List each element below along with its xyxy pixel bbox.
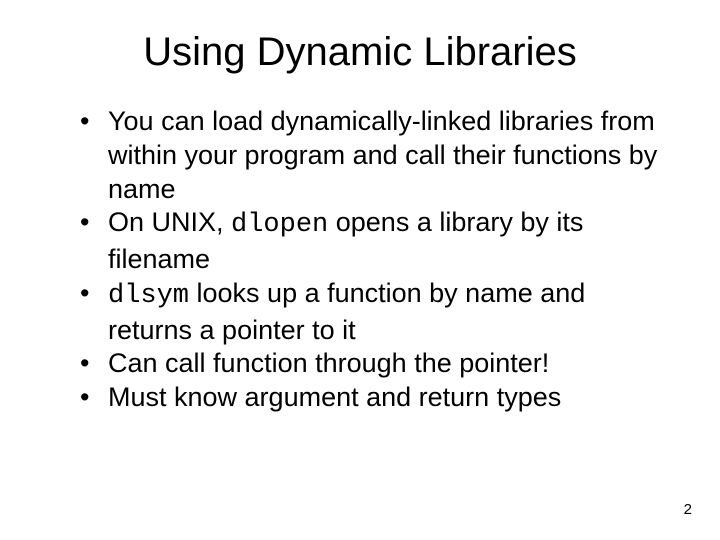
bullet-text: You can load dynamically-linked librarie…: [108, 106, 657, 204]
list-item: dlsym looks up a function by name and re…: [80, 277, 660, 348]
code-dlsym: dlsym: [108, 281, 189, 311]
bullet-text: Must know argument and return types: [108, 382, 561, 412]
bullet-list: You can load dynamically-linked librarie…: [80, 105, 660, 415]
page-number: 2: [684, 501, 692, 518]
bullet-text-pre: On UNIX,: [108, 207, 231, 237]
slide-title: Using Dynamic Libraries: [60, 30, 660, 75]
list-item: Can call function through the pointer!: [80, 347, 660, 381]
list-item: Must know argument and return types: [80, 381, 660, 415]
code-dlopen: dlopen: [231, 210, 328, 240]
list-item: You can load dynamically-linked librarie…: [80, 105, 660, 206]
bullet-text: Can call function through the pointer!: [108, 348, 549, 378]
list-item: On UNIX, dlopen opens a library by its f…: [80, 206, 660, 277]
slide: Using Dynamic Libraries You can load dyn…: [0, 0, 720, 540]
